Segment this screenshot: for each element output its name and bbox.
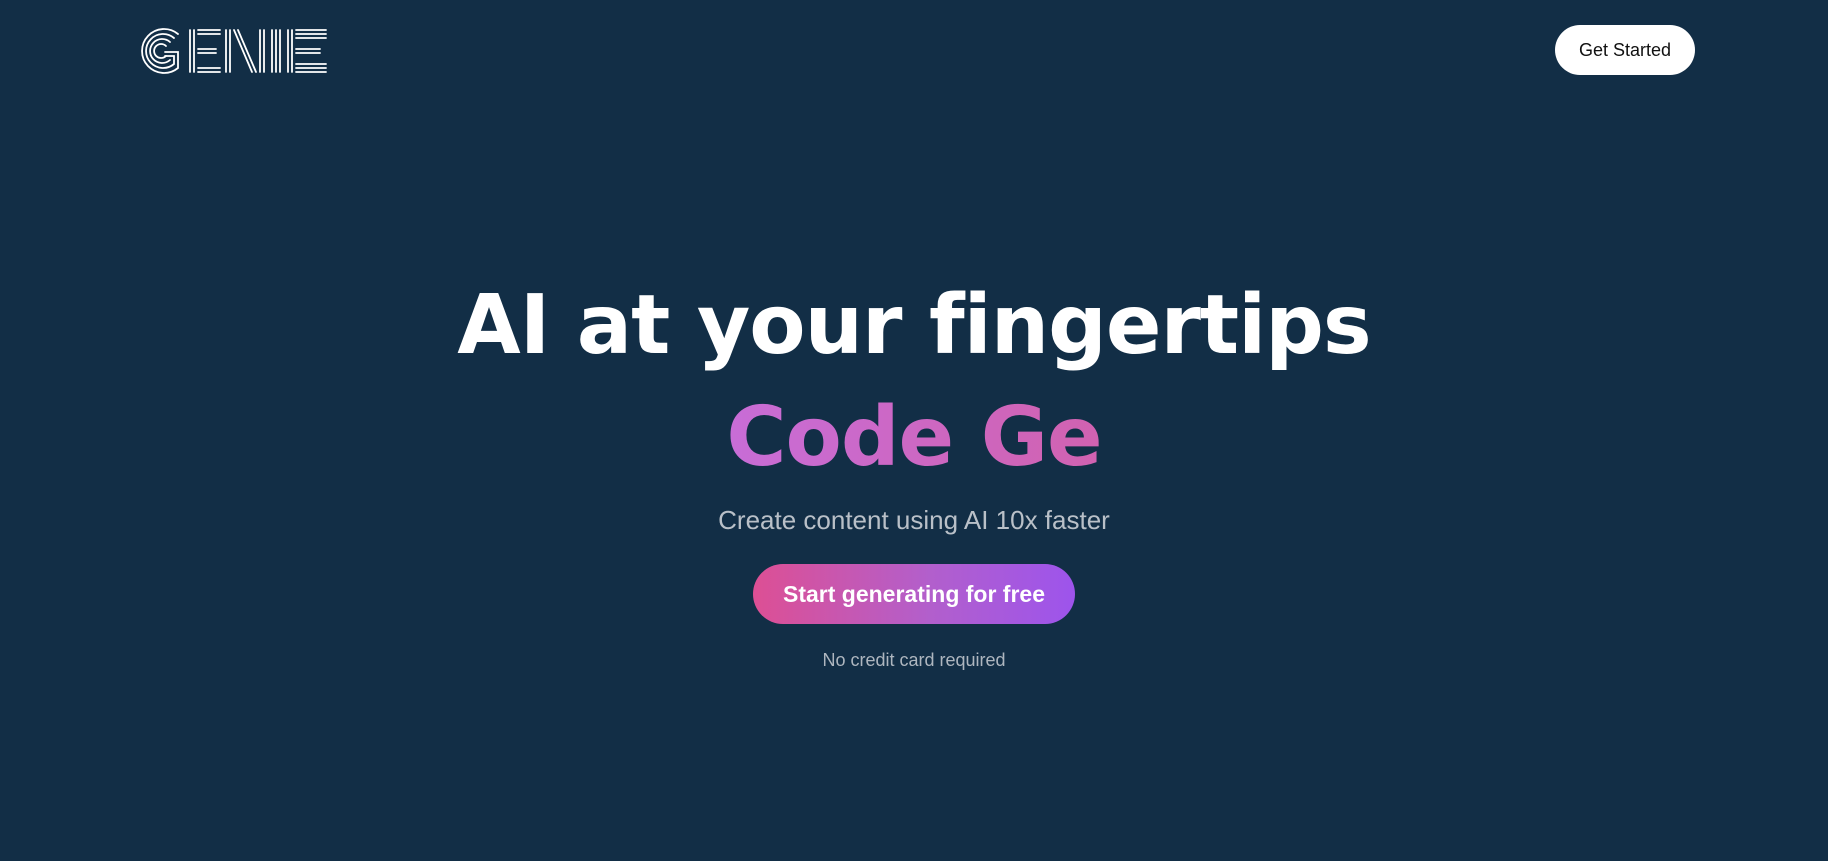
hero-section: AI at your fingertips Code Ge Create con…	[0, 270, 1828, 672]
start-generating-button[interactable]: Start generating for free	[753, 564, 1075, 624]
hero-subtitle: Create content using AI 10x faster	[718, 505, 1110, 535]
genie-logo-icon[interactable]	[134, 22, 338, 80]
top-navigation: Get Started	[0, 0, 1828, 100]
no-credit-card-note: No credit card required	[822, 650, 1006, 670]
hero-headline: AI at your fingertips	[457, 278, 1371, 373]
get-started-button[interactable]: Get Started	[1555, 25, 1695, 75]
typed-text: Code Ge	[726, 382, 1102, 494]
